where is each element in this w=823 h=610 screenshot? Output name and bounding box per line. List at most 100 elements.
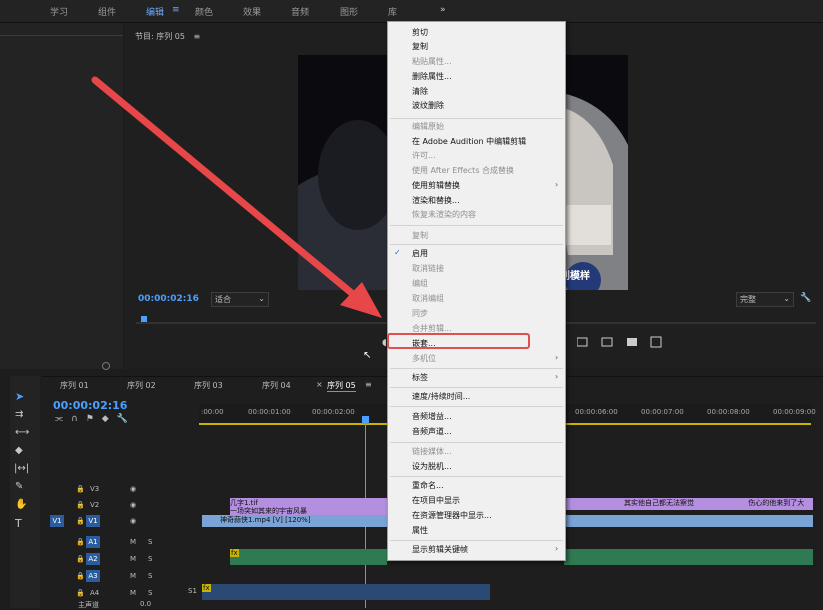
program-monitor-title[interactable]: 节目: 序列 05 ≡ bbox=[135, 31, 200, 42]
tab-effects[interactable]: 效果 bbox=[243, 5, 261, 18]
tab-audio[interactable]: 音频 bbox=[291, 5, 309, 18]
eye-icon[interactable]: ◉ bbox=[130, 501, 136, 509]
nest-icon[interactable]: ⫘ bbox=[55, 414, 71, 424]
context-menu-item[interactable]: 同步 bbox=[412, 308, 562, 319]
context-menu-item[interactable]: 链接媒体... bbox=[412, 446, 562, 457]
linked-selection-icon[interactable]: ⚑ bbox=[86, 414, 102, 424]
context-menu-item[interactable]: 取消编组 bbox=[412, 293, 562, 304]
lock-icon[interactable]: 🔒 bbox=[76, 555, 85, 563]
context-menu-item[interactable]: 重命名... bbox=[412, 480, 562, 491]
context-menu-item[interactable]: 删除属性... bbox=[412, 71, 562, 82]
eye-icon[interactable]: ◉ bbox=[130, 485, 136, 493]
tab-editing[interactable]: 编辑 bbox=[146, 5, 164, 18]
context-menu-item[interactable]: 复制 bbox=[412, 230, 562, 241]
video-clip[interactable]: 神奇蒜侠1.mp4 [V] [120%] bbox=[202, 515, 387, 527]
audio-clip-a4[interactable]: fx bbox=[202, 584, 490, 600]
tab-sequence-03[interactable]: 序列 03 bbox=[194, 380, 223, 391]
context-menu-item[interactable]: 启用 ✓ bbox=[394, 248, 562, 259]
context-menu-item[interactable]: 复制 bbox=[412, 41, 562, 52]
settings-wrench-icon[interactable]: 🔧 bbox=[117, 414, 136, 424]
mute-button[interactable]: M bbox=[130, 589, 136, 597]
context-menu-item[interactable]: 使用剪辑替换 › bbox=[412, 180, 562, 191]
tab-color[interactable]: 颜色 bbox=[195, 5, 213, 18]
panel-menu-icon[interactable]: ≡ bbox=[365, 380, 372, 389]
lock-icon[interactable]: 🔒 bbox=[76, 517, 85, 525]
lock-icon[interactable]: 🔒 bbox=[76, 572, 85, 580]
close-icon[interactable]: × bbox=[316, 380, 323, 389]
context-menu-item[interactable]: 属性 bbox=[412, 525, 562, 536]
solo-button[interactable]: S bbox=[148, 589, 152, 597]
context-menu-item[interactable]: 剪切 bbox=[412, 27, 562, 38]
track-target-v1[interactable]: V1 bbox=[86, 515, 100, 527]
context-menu-item[interactable]: 在项目中显示 bbox=[412, 495, 562, 506]
context-menu-item[interactable]: 音频声道... bbox=[412, 426, 562, 437]
playhead-handle[interactable] bbox=[362, 416, 369, 424]
solo-button[interactable]: S bbox=[148, 538, 152, 546]
razor-icon[interactable]: ◆ bbox=[15, 445, 23, 456]
lock-icon[interactable]: 🔒 bbox=[76, 501, 85, 509]
source-patch-v1[interactable]: V1 bbox=[50, 515, 64, 527]
selection-tool-icon[interactable]: ➤ bbox=[15, 390, 24, 403]
audio-clip[interactable]: fx bbox=[230, 549, 387, 565]
type-tool-icon[interactable]: T bbox=[15, 517, 22, 530]
wrench-icon[interactable]: 🔧 bbox=[800, 293, 811, 303]
tab-assembly[interactable]: 组件 bbox=[98, 5, 116, 18]
video-clip-continued[interactable] bbox=[564, 515, 813, 527]
context-menu-item[interactable]: 编组 bbox=[412, 278, 562, 289]
tab-sequence-04[interactable]: 序列 04 bbox=[262, 380, 291, 391]
transport-buttons[interactable] bbox=[577, 336, 667, 348]
eye-icon[interactable]: ◉ bbox=[130, 517, 136, 525]
context-menu-item[interactable]: 使用 After Effects 合成替换 bbox=[412, 165, 562, 176]
context-menu-item[interactable]: 取消链接 bbox=[412, 263, 562, 274]
mute-button[interactable]: M bbox=[130, 538, 136, 546]
context-menu-item[interactable]: 波纹删除 bbox=[412, 100, 562, 111]
quality-select[interactable]: 完整 ⌄ bbox=[736, 292, 794, 307]
context-menu-item[interactable]: 清除 bbox=[412, 86, 562, 97]
tab-graphics[interactable]: 图形 bbox=[340, 5, 358, 18]
context-menu-item[interactable]: 在 Adobe Audition 中编辑剪辑 bbox=[412, 136, 562, 147]
pen-icon[interactable]: ✎ bbox=[15, 481, 23, 492]
scroll-handle[interactable] bbox=[102, 362, 110, 370]
lock-icon[interactable]: 🔒 bbox=[76, 589, 85, 597]
lock-icon[interactable]: 🔒 bbox=[76, 485, 85, 493]
context-menu-item[interactable]: 许可... bbox=[412, 150, 562, 161]
context-menu-item[interactable]: 粘贴属性... bbox=[412, 56, 562, 67]
context-menu-item[interactable]: 音频增益... bbox=[412, 411, 562, 422]
mute-button[interactable]: M bbox=[130, 572, 136, 580]
snap-icon[interactable]: ∩ bbox=[71, 414, 86, 424]
context-menu-item[interactable]: 恢复未渲染的内容 bbox=[412, 209, 562, 220]
panel-menu-icon[interactable]: ≡ bbox=[194, 32, 201, 41]
tab-sequence-01[interactable]: 序列 01 bbox=[60, 380, 89, 391]
context-menu-item[interactable]: 设为脱机... bbox=[412, 461, 562, 472]
tab-sequence-02[interactable]: 序列 02 bbox=[127, 380, 156, 391]
text-clip[interactable]: 其实他自己都无法察觉 伤心的他来到了大 bbox=[564, 498, 813, 510]
track-target-a1[interactable]: A1 bbox=[86, 536, 100, 548]
track-target-a2[interactable]: A2 bbox=[86, 553, 100, 565]
context-menu-item[interactable]: 渲染和替换... bbox=[412, 195, 562, 206]
ripple-edit-icon[interactable]: ⟷ bbox=[15, 427, 29, 438]
program-timecode[interactable]: 00:00:02:16 bbox=[138, 294, 199, 304]
tab-libraries[interactable]: 库 bbox=[388, 5, 397, 18]
more-workspaces-icon[interactable]: » bbox=[440, 5, 446, 15]
context-menu-item[interactable]: 编辑原始 bbox=[412, 121, 562, 132]
tab-sequence-05[interactable]: 序列 05 bbox=[327, 380, 356, 392]
lock-icon[interactable]: 🔒 bbox=[76, 538, 85, 546]
timeline-tools-row[interactable]: ⫘∩⚑◆🔧 bbox=[55, 414, 136, 424]
hand-icon[interactable]: ✋ bbox=[15, 499, 27, 510]
timeline-timecode[interactable]: 00:00:02:16 bbox=[53, 399, 127, 412]
marker-add-icon[interactable]: ◆ bbox=[102, 414, 117, 424]
mute-button[interactable]: M bbox=[130, 555, 136, 563]
editing-menu-icon[interactable]: ≡ bbox=[172, 5, 180, 15]
audio-clip-continued[interactable] bbox=[564, 549, 813, 565]
zoom-select[interactable]: 适合 ⌄ bbox=[211, 292, 269, 307]
master-track-value[interactable]: 0.0 bbox=[140, 600, 151, 608]
track-target-a3[interactable]: A3 bbox=[86, 570, 100, 582]
slip-icon[interactable]: |↔| bbox=[14, 463, 29, 474]
tab-learn[interactable]: 学习 bbox=[50, 5, 68, 18]
context-menu-item[interactable]: 在资源管理器中显示... bbox=[412, 510, 562, 521]
solo-button[interactable]: S bbox=[148, 555, 152, 563]
solo-button[interactable]: S bbox=[148, 572, 152, 580]
context-menu-item[interactable]: 速度/持续时间... bbox=[412, 391, 562, 402]
context-menu-item[interactable]: 显示剪辑关键帧 › bbox=[412, 544, 562, 555]
track-select-icon[interactable]: ⇉ bbox=[15, 409, 23, 420]
